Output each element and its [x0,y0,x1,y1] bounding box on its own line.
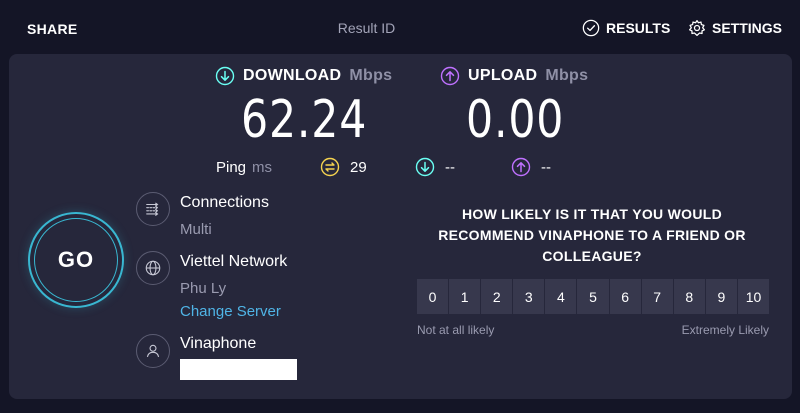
upload-unit: Mbps [545,67,589,84]
ping-unit: ms [252,159,273,176]
upload-latency-icon [511,157,531,177]
idle-latency-value: 29 [350,158,367,176]
idle-latency: 29 [320,157,367,177]
upload-label: UPLOAD [468,67,538,84]
scale-option-2[interactable]: 2 [481,279,514,314]
go-button[interactable]: GO [28,212,124,308]
scale-option-0[interactable]: 0 [417,279,450,314]
download-unit: Mbps [349,67,393,84]
scale-option-1[interactable]: 1 [449,279,482,314]
scale-option-3[interactable]: 3 [513,279,546,314]
ping-text: Ping [216,159,247,176]
scale-option-8[interactable]: 8 [673,279,706,314]
download-latency-value: -- [445,158,455,176]
scale-option-5[interactable]: 5 [577,279,610,314]
provider-name: Vinaphone [180,335,257,352]
download-latency: -- [415,157,455,177]
download-latency-icon [415,157,435,177]
connections-mode: Multi [180,221,212,238]
upload-latency: -- [511,157,551,177]
scale-option-9[interactable]: 9 [705,279,738,314]
recommend-scale: 0 1 2 3 4 5 6 7 8 9 10 [417,279,770,314]
provider-ip-field [180,359,297,380]
scale-option-4[interactable]: 4 [545,279,578,314]
scale-low-label: Not at all likely [417,323,495,337]
server-name: Viettel Network [180,253,288,270]
idle-latency-icon [320,157,340,177]
upload-latency-value: -- [541,158,551,176]
result-panel: DOWNLOAD Mbps 62.24 UPLOAD Mbps 0.00 Pin… [9,54,792,399]
globe-shape-icon [145,260,161,276]
top-bar: SHARE Result ID RESULTS SETTINGS [0,0,800,56]
scale-option-6[interactable]: 6 [609,279,642,314]
scale-high-label: Extremely Likely [681,323,769,337]
download-speed-value: 62.24 [241,90,368,150]
check-circle-icon [582,19,600,37]
connections-arrows-icon [146,202,159,216]
upload-arrow-icon [440,66,460,86]
download-label: DOWNLOAD [243,67,342,84]
person-icon [146,344,160,357]
settings-button[interactable]: SETTINGS [688,19,782,37]
ping-label: Ping ms [216,159,272,176]
results-button[interactable]: RESULTS [582,19,670,37]
results-label: RESULTS [606,20,671,36]
ping-row: Ping ms 29 -- -- [9,157,792,181]
scale-option-7[interactable]: 7 [641,279,674,314]
change-server-link[interactable]: Change Server [180,303,281,320]
go-label: GO [34,218,118,302]
upload-speed-value: 0.00 [466,90,565,150]
survey-question: HOW LIKELY IS IT THAT YOU WOULD RECOMMEN… [438,206,746,264]
globe-icon [136,251,170,285]
settings-label: SETTINGS [712,20,783,36]
connections-icon [136,192,170,226]
download-header: DOWNLOAD Mbps [215,66,392,86]
scale-option-10[interactable]: 10 [737,279,770,314]
server-location: Phu Ly [180,280,227,297]
connections-title: Connections [180,194,269,211]
gear-icon [688,19,706,37]
upload-header: UPLOAD Mbps [440,66,588,86]
user-icon [136,334,170,368]
download-arrow-icon [215,66,235,86]
